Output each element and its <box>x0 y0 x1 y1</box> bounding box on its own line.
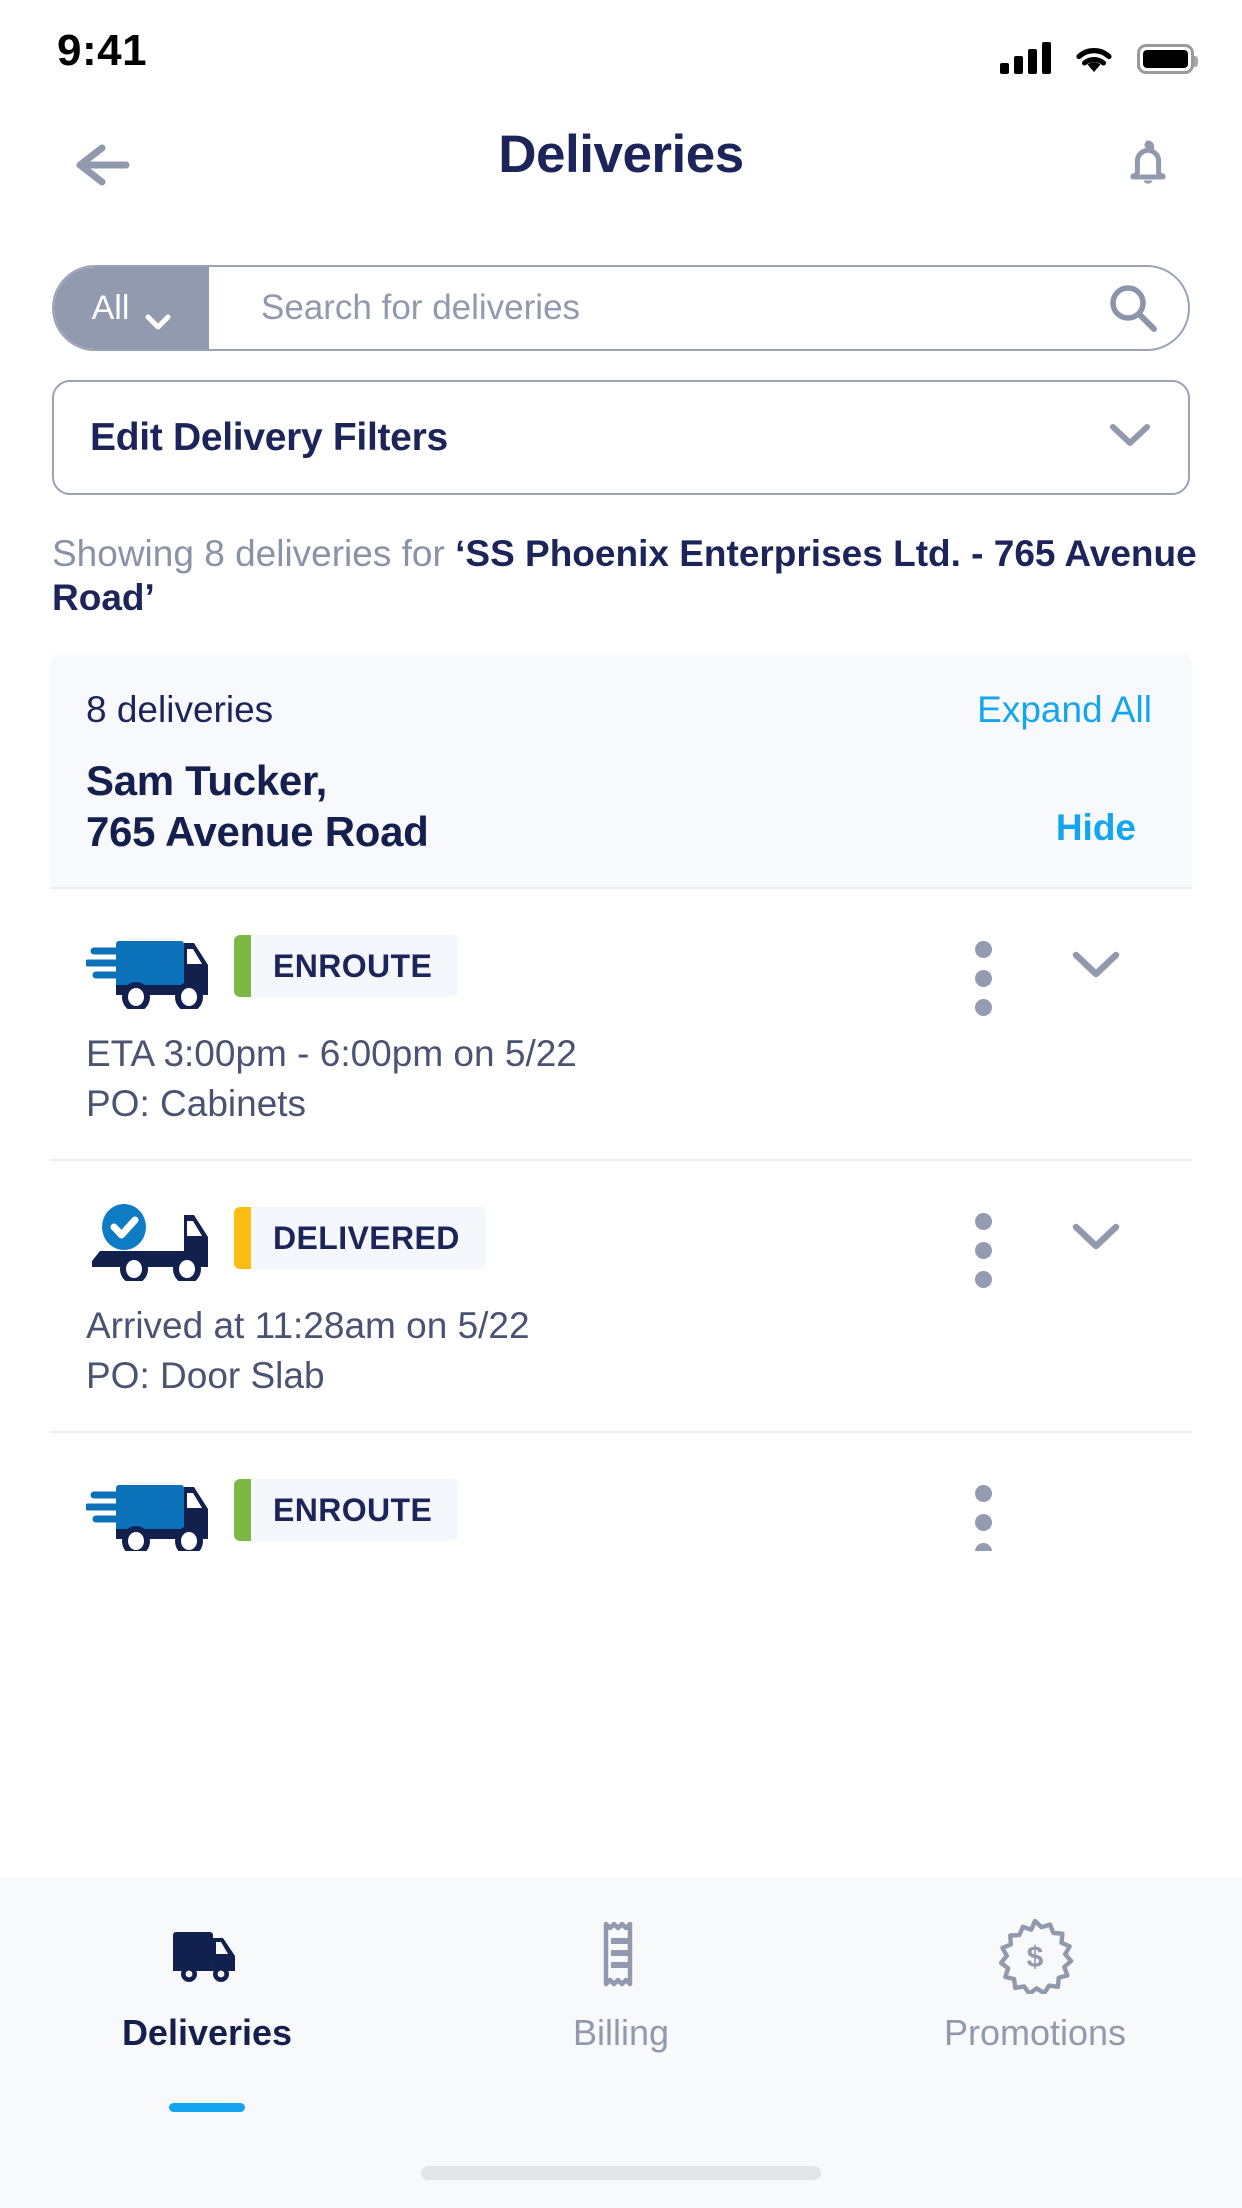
truck-delivered-icon <box>86 1195 216 1282</box>
delivery-details: Arrived at 11:28am on 5/22 PO: Door Slab <box>86 1301 1156 1401</box>
nav-label-deliveries: Deliveries <box>121 2012 293 2053</box>
kebab-menu-icon[interactable] <box>975 941 992 1017</box>
status-badge-accent <box>234 1207 251 1270</box>
search-filter-label: All <box>91 288 130 327</box>
nav-item-billing[interactable]: Billing <box>414 1912 828 2108</box>
nav-item-deliveries[interactable]: Deliveries <box>0 1912 414 2112</box>
receipt-icon <box>590 1912 652 1998</box>
status-badge: ENROUTE <box>234 1479 459 1542</box>
delivery-row[interactable]: ENROUTE <box>50 1431 1192 1552</box>
edit-delivery-filters-label: Edit Delivery Filters <box>90 415 448 459</box>
nav-item-promotions[interactable]: $ Promotions <box>828 1912 1242 2108</box>
chevron-down-icon[interactable] <box>1070 949 1122 984</box>
app-screen: 9:41 Deliveries All Search for deliverie… <box>0 0 1242 2208</box>
status-badge-label: ENROUTE <box>273 1491 433 1528</box>
expand-all-button[interactable]: Expand All <box>977 689 1152 731</box>
customer-address: 765 Avenue Road <box>86 808 429 856</box>
edit-delivery-filters-button[interactable]: Edit Delivery Filters <box>52 380 1190 495</box>
nav-label-promotions: Promotions <box>943 2012 1127 2053</box>
delivery-row[interactable]: DELIVERED Arrived at 11:28am on 5/22 PO:… <box>50 1159 1192 1432</box>
home-indicator <box>421 2166 821 2180</box>
delivery-row[interactable]: ENROUTE ETA 3:00pm - 6:00pm on 5/22 PO: … <box>50 887 1192 1160</box>
chevron-down-icon <box>145 300 171 330</box>
chevron-down-icon <box>1108 422 1152 453</box>
showing-summary: Showing 8 deliveries for ‘SS Phoenix Ent… <box>52 532 1202 619</box>
customer-name: Sam Tucker, <box>86 757 328 804</box>
status-badge-accent <box>234 1479 251 1542</box>
svg-text:$: $ <box>1027 1941 1044 1974</box>
kebab-menu-icon[interactable] <box>975 1213 992 1289</box>
truck-icon <box>167 1912 247 1998</box>
delivery-group-card: 8 deliveries Expand All Sam Tucker, 765 … <box>50 653 1192 1552</box>
status-badge-label: DELIVERED <box>273 1219 460 1256</box>
status-badge: ENROUTE <box>234 935 459 998</box>
wifi-icon <box>1073 42 1115 74</box>
page-title: Deliveries <box>498 125 744 184</box>
status-badge-label: ENROUTE <box>273 947 433 984</box>
dollar-badge-icon: $ <box>996 1912 1074 1998</box>
bell-icon[interactable] <box>1116 132 1180 196</box>
showing-prefix: Showing 8 deliveries for <box>52 533 456 574</box>
search-filter-dropdown[interactable]: All <box>54 267 209 349</box>
search-input[interactable] <box>209 267 1078 349</box>
search-bar[interactable]: All <box>52 265 1190 351</box>
status-bar: 9:41 <box>0 0 1242 104</box>
chevron-down-icon[interactable] <box>1070 1221 1122 1256</box>
search-icon[interactable] <box>1078 279 1188 337</box>
truck-loaded-icon <box>86 923 216 1010</box>
hide-button[interactable]: Hide <box>1056 807 1136 849</box>
status-badge-accent <box>234 935 251 998</box>
bottom-navigation: Deliveries Billing $ Promotions <box>0 1878 1242 2208</box>
nav-active-indicator <box>169 2103 245 2112</box>
delivery-details: ETA 3:00pm - 6:00pm on 5/22 PO: Cabinets <box>86 1029 1156 1129</box>
status-badge: DELIVERED <box>234 1207 486 1270</box>
delivery-eta: ETA 3:00pm - 6:00pm on 5/22 <box>86 1033 577 1075</box>
cellular-signal-icon <box>1000 42 1051 74</box>
delivery-po: PO: Cabinets <box>86 1083 307 1125</box>
app-header: Deliveries <box>0 110 1242 220</box>
delivery-arrived: Arrived at 11:28am on 5/22 <box>86 1305 530 1347</box>
customer-info: Sam Tucker, 765 Avenue Road <box>86 755 1156 857</box>
battery-icon <box>1137 44 1198 74</box>
delivery-group-header: 8 deliveries Expand All Sam Tucker, 765 … <box>50 653 1192 888</box>
status-bar-indicators <box>1000 30 1198 74</box>
delivery-po: PO: Door Slab <box>86 1355 325 1397</box>
status-bar-time: 9:41 <box>57 26 148 75</box>
nav-label-billing: Billing <box>572 2012 670 2053</box>
kebab-menu-icon[interactable] <box>975 1485 992 1552</box>
truck-loaded-icon <box>86 1467 216 1552</box>
